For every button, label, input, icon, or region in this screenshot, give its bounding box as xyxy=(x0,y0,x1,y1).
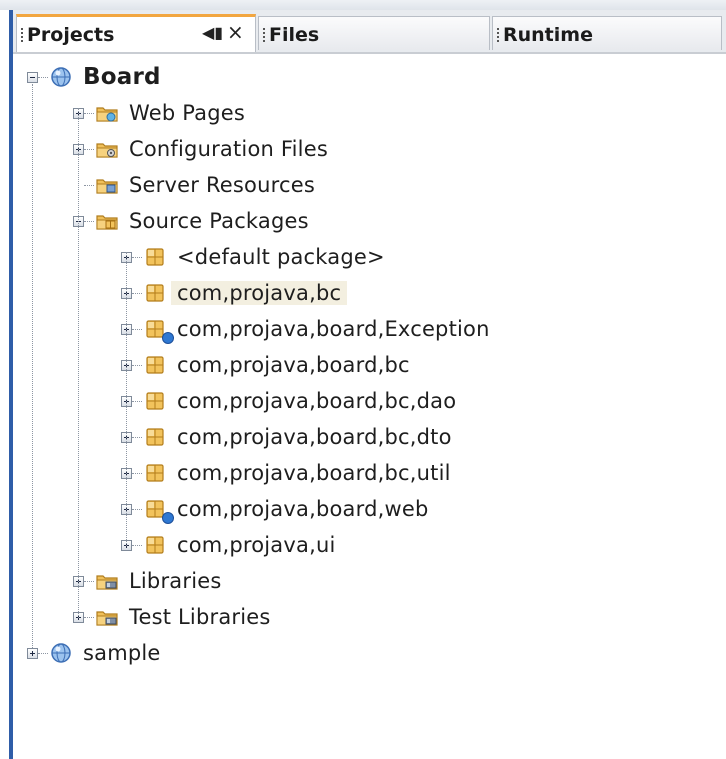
tree-node[interactable]: com,projava,board,Exception xyxy=(177,312,490,346)
projects-window: Projects ◀▮ × Files Runtime Board Web Pag… xyxy=(0,0,726,759)
tree-node-label: Test Libraries xyxy=(129,605,271,629)
tree-node-label: com,projava,board,bc,dao xyxy=(177,389,457,413)
tree-node[interactable]: com,projava,board,bc,dto xyxy=(177,420,452,454)
tab-label: Runtime xyxy=(503,24,593,46)
project-globe-icon xyxy=(49,66,73,88)
tree-connector xyxy=(84,617,94,618)
tree-node-label: <default package> xyxy=(177,245,385,269)
close-icon[interactable]: × xyxy=(227,20,244,44)
tree-node-label: Source Packages xyxy=(129,209,309,233)
tab-runtime[interactable]: Runtime xyxy=(492,16,722,50)
tree-connector xyxy=(132,545,142,546)
tree-node-label: Board xyxy=(83,64,161,90)
tree-connector xyxy=(132,401,142,402)
tree-guide-line xyxy=(126,252,127,546)
package-icon xyxy=(143,462,167,484)
tree-node-label: com,projava,board,bc xyxy=(177,353,410,377)
tree-node[interactable]: Test Libraries xyxy=(129,600,271,634)
tree-node[interactable]: com,projava,ui xyxy=(177,528,336,562)
package-icon xyxy=(143,246,167,268)
tree-connector xyxy=(84,149,94,150)
tree-connector xyxy=(132,293,142,294)
tree-node-label: com,projava,board,web xyxy=(177,497,429,521)
tab-label: Files xyxy=(269,24,320,46)
tab-files[interactable]: Files xyxy=(258,16,490,50)
package-icon xyxy=(143,282,167,304)
grip-icon xyxy=(497,28,501,42)
tree-connector xyxy=(84,581,94,582)
tree-guide-line xyxy=(32,84,33,648)
tree-node[interactable]: sample xyxy=(83,636,161,670)
tree-node[interactable]: com,projava,board,bc,util xyxy=(177,456,451,490)
tree-node-label: Server Resources xyxy=(129,173,315,197)
library-folder-icon xyxy=(95,570,119,592)
tree-node[interactable]: com,projava,board,web xyxy=(177,492,429,526)
expand-icon[interactable] xyxy=(27,648,38,659)
source-folder-icon xyxy=(95,210,119,232)
library-folder-icon xyxy=(95,606,119,628)
tree-node[interactable]: <default package> xyxy=(177,240,385,274)
tree-node[interactable]: Server Resources xyxy=(129,168,315,202)
tree-connector xyxy=(84,113,94,114)
tree-node-label: Web Pages xyxy=(129,101,246,125)
project-tree: Board Web Pages Configuration Files Server … xyxy=(13,54,726,759)
package-icon xyxy=(143,534,167,556)
grip-icon xyxy=(21,28,25,42)
tree-connector xyxy=(84,221,94,222)
tree-node[interactable]: Libraries xyxy=(129,564,222,598)
package-icon xyxy=(143,354,167,376)
top-strip xyxy=(0,0,726,10)
tree-node-label: com,projava,ui xyxy=(177,533,336,557)
tree-node[interactable]: com,projava,board,bc,dao xyxy=(177,384,456,418)
tree-node-label: sample xyxy=(83,641,161,665)
tree-node-label: com,projava,board,bc,util xyxy=(177,461,451,485)
tree-connector xyxy=(132,365,142,366)
minimize-icon[interactable]: ◀▮ xyxy=(202,23,223,42)
tree-connector xyxy=(132,473,142,474)
tree-node-label: Libraries xyxy=(129,569,222,593)
tree-node-label: com,projava,bc xyxy=(171,281,348,305)
package-icon xyxy=(143,390,167,412)
tree-guide-line xyxy=(78,108,79,618)
tree-node-label: Configuration Files xyxy=(129,137,328,161)
tree-node[interactable]: com,projava,board,bc xyxy=(177,348,410,382)
config-folder-icon xyxy=(95,138,119,160)
tab-label: Projects xyxy=(27,24,115,46)
tree-connector xyxy=(132,329,142,330)
tree-connector xyxy=(132,509,142,510)
web-folder-icon xyxy=(95,102,119,124)
tree-node[interactable]: Web Pages xyxy=(129,96,245,130)
tree-connector xyxy=(38,653,48,654)
web-service-badge-icon xyxy=(162,332,174,344)
tree-connector xyxy=(132,437,142,438)
web-service-badge-icon xyxy=(162,512,174,524)
tree-connector xyxy=(84,185,94,186)
tab-bar: Projects ◀▮ × Files Runtime xyxy=(13,10,726,54)
package-icon xyxy=(143,426,167,448)
collapse-icon[interactable] xyxy=(27,72,38,83)
server-folder-icon xyxy=(95,174,119,196)
tree-node-label: com,projava,board,Exception xyxy=(177,317,490,341)
tree-node[interactable]: Board xyxy=(83,60,161,94)
tree-node[interactable]: Configuration Files xyxy=(129,132,328,166)
tree-connector xyxy=(132,257,142,258)
tab-projects[interactable]: Projects ◀▮ × xyxy=(16,14,256,52)
grip-icon xyxy=(263,28,267,42)
tree-node[interactable]: com,projava,bc xyxy=(171,276,348,310)
tree-node[interactable]: Source Packages xyxy=(129,204,309,238)
tree-connector xyxy=(38,77,48,78)
project-globe-icon xyxy=(49,642,73,664)
tree-node-label: com,projava,board,bc,dto xyxy=(177,425,452,449)
